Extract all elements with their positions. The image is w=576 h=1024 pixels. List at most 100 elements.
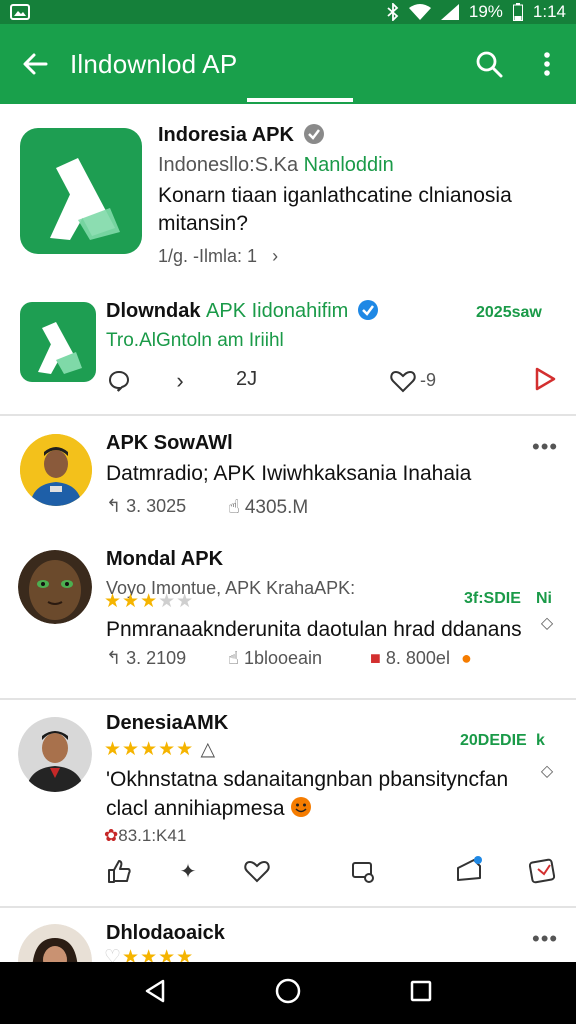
chevron-right-icon: › — [176, 368, 184, 393]
nav-back-button[interactable] — [143, 978, 167, 1009]
thumbs-up-icon: ☝ — [228, 497, 240, 518]
post-app-icon[interactable] — [20, 302, 96, 382]
location-pin-icon: ● — [460, 648, 472, 668]
reply-icon: ↰ — [106, 648, 122, 668]
diamond-icon: ◇ — [540, 763, 554, 780]
comment-badge: k — [536, 732, 545, 749]
triangle-back-icon — [146, 979, 165, 1002]
wifi-icon — [408, 4, 431, 20]
gift-icon: ■ — [370, 648, 381, 668]
featured-app-description-2: mitansin? — [158, 212, 248, 235]
tab-indicator — [247, 98, 353, 102]
post-count: 2J — [236, 368, 258, 390]
commenter-name[interactable]: Mondal APK — [106, 548, 223, 571]
clock: 1:14 — [532, 2, 566, 21]
comment-replies[interactable]: ↰ 3. 3025 — [106, 496, 186, 517]
comment-text-2: clacl annihiapmesa — [106, 796, 312, 824]
commenter-name[interactable]: DenesiaAMK — [106, 712, 228, 735]
app-bar: Ilndownlod AP — [0, 24, 576, 104]
back-button[interactable] — [0, 24, 70, 104]
more-vert-icon — [544, 52, 550, 76]
signal-icon — [440, 4, 459, 20]
featured-app-name[interactable]: Indoresia APK — [158, 124, 324, 150]
comment-date: 3f:SDIE — [464, 590, 521, 607]
arrow-back-icon — [23, 53, 48, 75]
comment-icon — [108, 370, 130, 392]
more-options-button[interactable]: ••• — [532, 434, 558, 460]
nav-recents-button[interactable] — [409, 979, 433, 1008]
nav-home-button[interactable] — [274, 977, 302, 1010]
share-icon — [457, 856, 482, 881]
heart-icon — [244, 860, 270, 883]
reply-icon: ↰ — [106, 496, 122, 516]
expand-button[interactable]: ◇ — [536, 760, 558, 782]
comment-text: 'Okhnstatna sdanaitangnban pbansityncfan — [106, 768, 509, 791]
post-title[interactable]: Dlowndak APK Iidonahifim — [106, 300, 378, 326]
like-button[interactable] — [388, 366, 418, 396]
comment-badge: Ni — [536, 590, 552, 607]
status-bar: 19% 1:14 — [0, 0, 576, 24]
comment-text: Datmradio; APK Iwiwhkaksania Inahaia — [106, 462, 472, 485]
overflow-menu-button[interactable] — [518, 24, 576, 104]
avatar[interactable] — [18, 716, 92, 792]
love-button[interactable] — [242, 856, 272, 886]
expand-button[interactable]: ◇ — [536, 612, 558, 634]
comment-text: Pnmranaaknderunita daotulan hrad ddanans — [106, 618, 522, 641]
post-subtitle: Tro.AlGntoln am Iriihl — [106, 330, 284, 351]
sparkle-icon: ✦ — [179, 860, 197, 883]
featured-app-meta: 1/g. -Ilmla: 1 › — [158, 246, 279, 266]
page-title: Ilndownlod AP — [70, 48, 238, 79]
section-divider — [0, 906, 576, 908]
post-likes: -9 — [420, 370, 437, 390]
avatar[interactable] — [20, 434, 92, 506]
boost-button[interactable]: ✦ — [176, 856, 200, 886]
share-button[interactable]: › — [168, 366, 192, 396]
commenter-name[interactable]: Dhlodaoaick — [106, 922, 225, 945]
battery-icon — [512, 3, 523, 21]
emoji-icon — [290, 796, 312, 824]
thumbs-up-icon — [108, 860, 131, 883]
verified-badge-icon — [357, 300, 378, 326]
share-button[interactable] — [452, 852, 486, 886]
verified-badge-icon — [303, 124, 324, 150]
search-icon — [476, 51, 503, 78]
comment-meta: ✿83.1:K41 — [104, 826, 187, 845]
star-rating: ★★★★★ △ — [104, 739, 217, 760]
bluetooth-icon — [387, 3, 399, 21]
featured-app-description: Konarn tiaan iganlathcatine clnianosia — [158, 184, 512, 207]
section-divider — [0, 698, 576, 700]
avatar[interactable] — [18, 550, 92, 624]
repost-button[interactable] — [348, 856, 378, 886]
comment-likes[interactable]: ☝ 4305.M — [228, 496, 308, 519]
repost-icon — [352, 862, 374, 883]
app-screen: 19% 1:14 Ilndownlod AP Indoresia APK Ind… — [0, 0, 576, 1024]
commenter-name[interactable]: APK SowAWl — [106, 432, 233, 455]
like-button[interactable] — [104, 856, 134, 886]
thumbs-up-icon: ☝ — [228, 648, 239, 668]
chevron-right-icon: › — [272, 246, 279, 266]
play-icon — [535, 367, 556, 391]
post-date: 2025saw — [476, 304, 542, 321]
circle-home-icon — [275, 978, 301, 1003]
comment-likes[interactable]: ☝ 1blooeain — [228, 648, 322, 669]
star-rating: ★★★★★ — [104, 591, 195, 612]
diamond-icon: ◇ — [540, 615, 554, 632]
heart-icon — [390, 370, 416, 393]
send-button[interactable] — [526, 854, 558, 886]
battery-percent: 19% — [468, 2, 503, 21]
section-divider — [0, 414, 576, 416]
featured-app-icon[interactable] — [20, 128, 142, 254]
gallery-notification-icon — [10, 4, 30, 20]
comment-date: 20DEDIE — [460, 732, 527, 749]
flower-icon: ✿ — [104, 826, 119, 845]
play-button[interactable] — [530, 364, 560, 394]
comment-replies[interactable]: ↰ 3. 2109 — [106, 648, 186, 669]
comment-button[interactable] — [104, 366, 134, 396]
search-button[interactable] — [460, 24, 518, 104]
comment-gifts[interactable]: ■ 8. 800el ● — [370, 648, 472, 669]
more-options-button[interactable]: ••• — [532, 926, 558, 952]
featured-app-subtitle: Indonesllo:S.Ka Nanloddin — [158, 154, 394, 176]
send-icon — [528, 858, 556, 884]
system-nav-bar — [0, 962, 576, 1024]
square-recents-icon — [410, 980, 431, 1001]
